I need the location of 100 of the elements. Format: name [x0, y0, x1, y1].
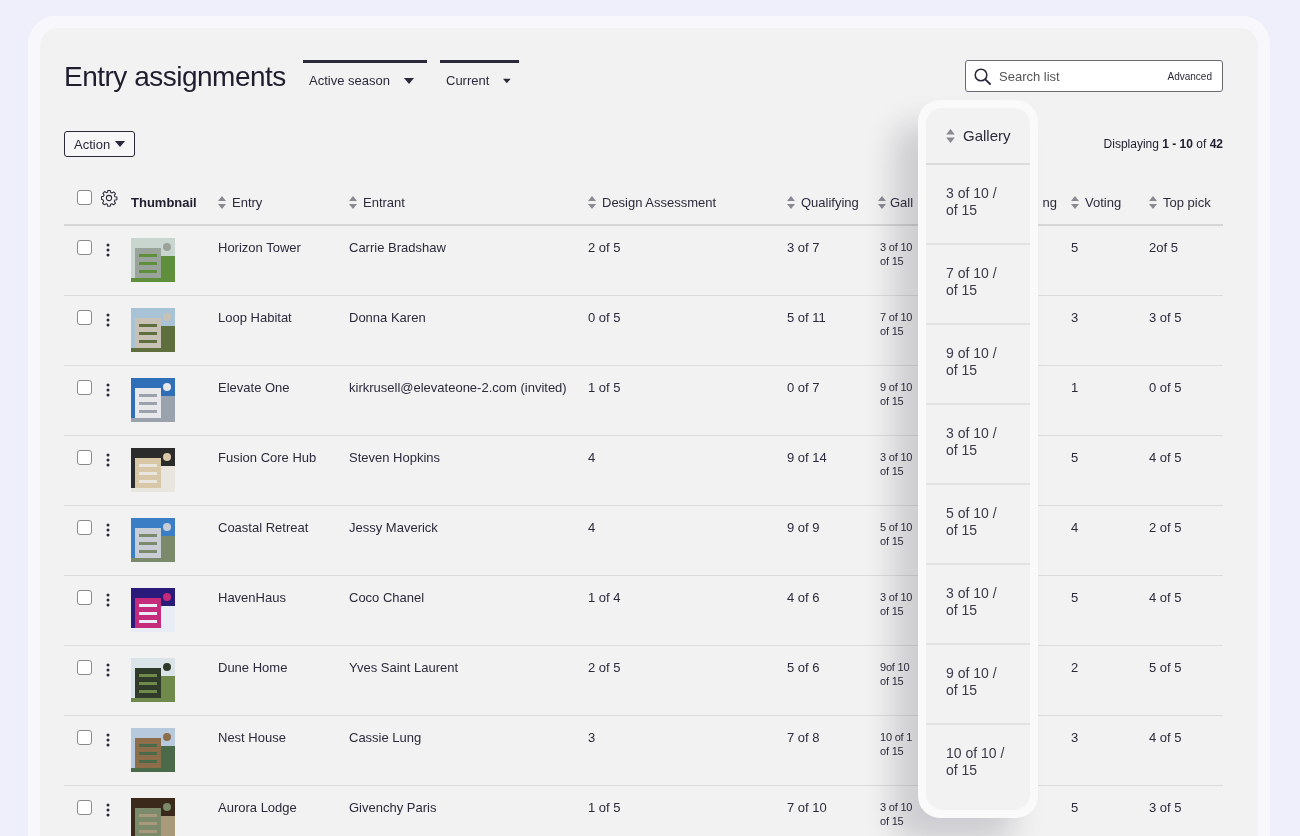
filter-dropdown[interactable]: Current: [440, 60, 519, 90]
entry-name: Elevate One: [218, 380, 290, 395]
entrant-name: Carrie Bradshaw: [349, 240, 446, 255]
table-cell: 5 of 6: [787, 660, 820, 675]
column-header: Gall: [890, 195, 914, 210]
row-checkbox[interactable]: [77, 240, 92, 255]
filter-dropdown[interactable]: Active season: [303, 60, 427, 90]
column-header: Entry: [232, 195, 263, 210]
sort-icon: [946, 128, 955, 143]
table-cell: 4 of 5: [1149, 450, 1182, 465]
table-cell: 5 of 5: [1149, 660, 1182, 675]
table-cell: 3 of 10 of 15: [880, 451, 913, 477]
entrant-name: Cassie Lung: [349, 730, 422, 745]
sort-icon: [588, 196, 596, 209]
table-cell: 5: [1071, 450, 1079, 465]
entrant-name: Givenchy Paris: [349, 800, 437, 815]
table-cell: 4: [588, 520, 596, 535]
row-checkbox[interactable]: [77, 380, 92, 395]
entry-name: Aurora Lodge: [218, 800, 297, 815]
table-cell: 9of 10 of 15: [880, 661, 910, 687]
row-checkbox[interactable]: [77, 590, 92, 605]
sort-icon: [218, 196, 226, 209]
kebab-menu-icon[interactable]: [106, 593, 110, 607]
table-cell: 9 of 9: [787, 520, 820, 535]
table-cell: 1 of 5: [588, 380, 621, 395]
entrant-name: Yves Saint Laurent: [349, 660, 459, 675]
table-cell: 5 of 10 of 15: [880, 521, 913, 547]
kebab-menu-icon[interactable]: [106, 243, 110, 257]
entry-name: Coastal Retreat: [218, 520, 309, 535]
table-cell: 10 of 1 of 15: [880, 731, 913, 757]
table-cell: 3: [1071, 730, 1079, 745]
select-all-checkbox[interactable]: [77, 190, 92, 205]
kebab-menu-icon[interactable]: [106, 733, 110, 747]
table-cell: 3 of 5: [1149, 800, 1182, 815]
table-cell: 3 of 10 of 15: [880, 591, 913, 617]
row-checkbox[interactable]: [77, 310, 92, 325]
entrant-name: Donna Karen: [349, 310, 426, 325]
column-header: Voting: [1085, 195, 1122, 210]
entrant-name: Coco Chanel: [349, 590, 425, 605]
table-cell: 3: [1071, 310, 1079, 325]
sort-icon: [1149, 196, 1157, 209]
table-cell: 2: [1071, 660, 1079, 675]
table-cell: 3 of 10 / of 15: [946, 425, 997, 458]
table-cell: 3 of 10 / of 15: [946, 585, 997, 618]
table-cell: 4 of 6: [787, 590, 820, 605]
table-cell: 0 of 5: [1149, 380, 1182, 395]
table-cell: 1: [1071, 380, 1079, 395]
table-cell: 3 of 5: [1149, 310, 1182, 325]
table-cell: 1 of 5: [588, 800, 621, 815]
column-header: Design Assessment: [602, 195, 717, 210]
table-cell: 7 of 10: [787, 800, 827, 815]
entry-name: Fusion Core Hub: [218, 450, 317, 465]
column-header: Thumbnail: [131, 195, 197, 210]
sort-icon: [1071, 196, 1079, 209]
caret-icon: [403, 77, 414, 84]
table-cell: 5: [1071, 800, 1079, 815]
caret-icon: [503, 77, 511, 84]
column-header: Gallery: [963, 127, 1011, 144]
table-cell: 5 of 10 / of 15: [946, 505, 997, 538]
table-cell: 7 of 10 of 15: [880, 311, 913, 337]
table-cell: 4 of 5: [1149, 590, 1182, 605]
table-cell: 4: [1071, 520, 1079, 535]
column-header: ng: [1042, 195, 1057, 210]
entry-name: HavenHaus: [218, 590, 286, 605]
row-checkbox[interactable]: [77, 800, 92, 815]
kebab-menu-icon[interactable]: [106, 313, 110, 327]
sort-icon: [787, 196, 795, 209]
column-header: Entrant: [363, 195, 405, 210]
entrant-name: kirkrusell@elevateone-2.com (invited): [349, 380, 567, 395]
kebab-menu-icon[interactable]: [106, 663, 110, 677]
table-cell: 3 of 10 / of 15: [946, 185, 997, 218]
kebab-menu-icon[interactable]: [106, 803, 110, 817]
page-title: Entry assignments: [64, 60, 287, 94]
column-header: Top pick: [1163, 195, 1211, 210]
table-cell: 9 of 10 / of 15: [946, 345, 997, 378]
table-cell: 7 of 10 / of 15: [946, 265, 997, 298]
kebab-menu-icon[interactable]: [106, 453, 110, 467]
row-checkbox[interactable]: [77, 660, 92, 675]
advanced-link[interactable]: Advanced: [1167, 70, 1212, 82]
action-dropdown[interactable]: Action: [64, 131, 136, 157]
kebab-menu-icon[interactable]: [106, 383, 110, 397]
kebab-menu-icon[interactable]: [106, 523, 110, 537]
table-cell: 4: [588, 450, 596, 465]
entrant-name: Steven Hopkins: [349, 450, 441, 465]
search-field[interactable]: Search list Advanced: [965, 60, 1223, 92]
row-checkbox[interactable]: [77, 450, 92, 465]
search-icon: [974, 67, 991, 85]
sort-icon: [878, 196, 886, 209]
table-cell: 5: [1071, 240, 1079, 255]
table-cell: 9 of 10 of 15: [880, 381, 913, 407]
table-cell: 2 of 5: [1149, 520, 1182, 535]
entry-name: Loop Habitat: [218, 310, 292, 325]
table-cell: 0 of 5: [588, 310, 621, 325]
entry-name: Dune Home: [218, 660, 288, 675]
row-checkbox[interactable]: [77, 730, 92, 745]
row-checkbox[interactable]: [77, 520, 92, 535]
table-cell: 2 of 5: [588, 240, 621, 255]
table-cell: 5 of 11: [787, 310, 826, 325]
table-cell: 0 of 7: [787, 380, 820, 395]
table-cell: 3 of 10 of 15: [880, 241, 913, 267]
